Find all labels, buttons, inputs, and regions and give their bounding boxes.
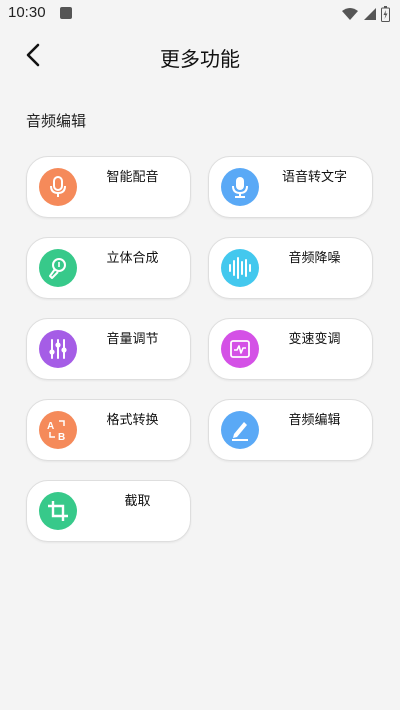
- crop-icon: [39, 492, 77, 530]
- feature-card-speed-pitch[interactable]: 变速变调: [208, 318, 373, 380]
- feature-label: 语音转文字: [281, 170, 347, 185]
- feature-label: 智能配音: [106, 170, 159, 185]
- pencil-icon: [221, 411, 259, 449]
- battery-icon: [381, 6, 390, 22]
- feature-card-audio-edit[interactable]: 音频编辑: [208, 399, 373, 461]
- feature-card-volume-adjust[interactable]: 音量调节: [26, 318, 191, 380]
- feature-card-stereo-synthesis[interactable]: 立体合成: [26, 237, 191, 299]
- equalizer-sliders-icon: [39, 330, 77, 368]
- microphone-music-icon: [39, 249, 77, 287]
- feature-label: 音频降噪: [288, 251, 341, 266]
- signal-icon: [364, 8, 376, 20]
- header-bar: 更多功能: [0, 28, 400, 82]
- wifi-icon: [342, 8, 358, 20]
- feature-card-noise-reduction[interactable]: 音频降噪: [208, 237, 373, 299]
- feature-label: 格式转换: [106, 413, 159, 428]
- feature-label: 截取: [124, 494, 151, 509]
- svg-text:B: B: [58, 432, 65, 442]
- page-title: 更多功能: [160, 47, 240, 71]
- feature-card-smart-dubbing[interactable]: 智能配音: [26, 156, 191, 218]
- svg-text:A: A: [47, 421, 54, 432]
- notification-app-icon: [60, 7, 72, 19]
- waveform-icon: [221, 249, 259, 287]
- feature-label: 立体合成: [106, 251, 159, 266]
- feature-card-trim[interactable]: 截取: [26, 480, 191, 542]
- status-time: 10:30: [8, 4, 46, 21]
- feature-card-speech-to-text[interactable]: 语音转文字: [208, 156, 373, 218]
- feature-card-format-convert[interactable]: AB 格式转换: [26, 399, 191, 461]
- section-title: 音频编辑: [26, 112, 87, 130]
- microphone-icon: [221, 168, 259, 206]
- pulse-monitor-icon: [221, 330, 259, 368]
- feature-label: 音量调节: [106, 332, 159, 347]
- feature-label: 音频编辑: [288, 413, 341, 428]
- status-indicators: [341, 6, 390, 22]
- microphone-icon: [39, 168, 77, 206]
- status-bar: 10:30: [0, 0, 400, 28]
- feature-label: 变速变调: [288, 332, 341, 347]
- format-convert-icon: AB: [39, 411, 77, 449]
